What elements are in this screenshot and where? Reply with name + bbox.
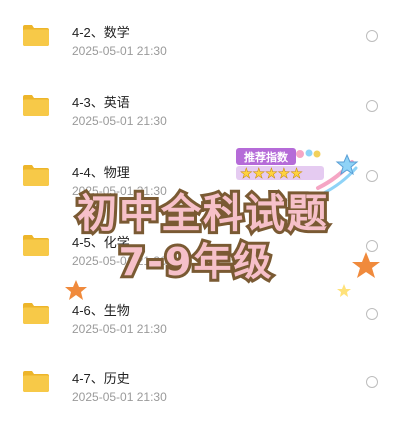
file-row[interactable]: 4-6、生物 2025-05-01 21:30: [0, 300, 400, 366]
file-row[interactable]: 4-5、化学 2025-05-01 21:30: [0, 232, 400, 298]
file-row[interactable]: 4-7、历史 2025-05-01 21:30: [0, 368, 400, 434]
file-time: 2025-05-01 21:30: [72, 254, 167, 268]
select-radio[interactable]: [366, 170, 378, 182]
file-name: 4-3、英语: [72, 95, 130, 110]
folder-icon: [23, 371, 49, 392]
select-radio[interactable]: [366, 30, 378, 42]
select-radio[interactable]: [366, 240, 378, 252]
file-row[interactable]: 4-3、英语 2025-05-01 21:30: [0, 92, 400, 158]
folder-icon: [23, 235, 49, 256]
file-time: 2025-05-01 21:30: [72, 44, 167, 58]
file-row[interactable]: 4-2、数学 2025-05-01 21:30: [0, 22, 400, 88]
file-time: 2025-05-01 21:30: [72, 322, 167, 336]
select-radio[interactable]: [366, 100, 378, 112]
folder-icon: [23, 95, 49, 116]
file-time: 2025-05-01 21:30: [72, 114, 167, 128]
select-radio[interactable]: [366, 308, 378, 320]
file-row[interactable]: 4-4、物理 2025-05-01 21:30: [0, 162, 400, 228]
folder-icon: [23, 25, 49, 46]
file-name: 4-7、历史: [72, 371, 130, 386]
select-radio[interactable]: [366, 376, 378, 388]
folder-icon: [23, 165, 49, 186]
file-time: 2025-05-01 21:30: [72, 184, 167, 198]
folder-icon: [23, 303, 49, 324]
file-name: 4-6、生物: [72, 303, 130, 318]
file-name: 4-5、化学: [72, 235, 130, 250]
file-time: 2025-05-01 21:30: [72, 390, 167, 404]
file-name: 4-2、数学: [72, 25, 130, 40]
file-name: 4-4、物理: [72, 165, 130, 180]
